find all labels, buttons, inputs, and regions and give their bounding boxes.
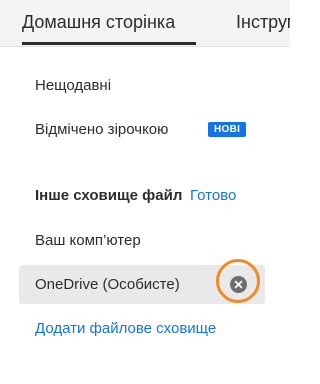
nav-item-recent[interactable]: Нещодавні xyxy=(35,76,111,96)
done-button[interactable]: Готово xyxy=(190,186,236,206)
active-tab-indicator xyxy=(22,42,196,45)
tab-home[interactable]: Домашня сторінка xyxy=(22,10,175,34)
storage-item-label: OneDrive (Особисте) xyxy=(35,276,180,293)
app-frame: Домашня сторінка Інструменти Нещодавні В… xyxy=(0,0,290,384)
nav-item-starred[interactable]: Відмічено зірочкою xyxy=(35,120,168,140)
tab-tools[interactable]: Інструменти xyxy=(236,10,290,34)
storage-item-onedrive[interactable]: OneDrive (Особисте) xyxy=(19,265,265,304)
new-badge: НОВІ xyxy=(208,122,247,137)
other-storage-heading: Інше сховище файлів xyxy=(35,187,182,204)
add-file-storage-link[interactable]: Додати файлове сховище xyxy=(35,319,216,339)
nav-item-your-computer[interactable]: Ваш комп’ютер xyxy=(35,231,141,251)
close-circle-icon[interactable] xyxy=(230,276,247,293)
tab-bar: Домашня сторінка Інструменти xyxy=(0,0,290,47)
